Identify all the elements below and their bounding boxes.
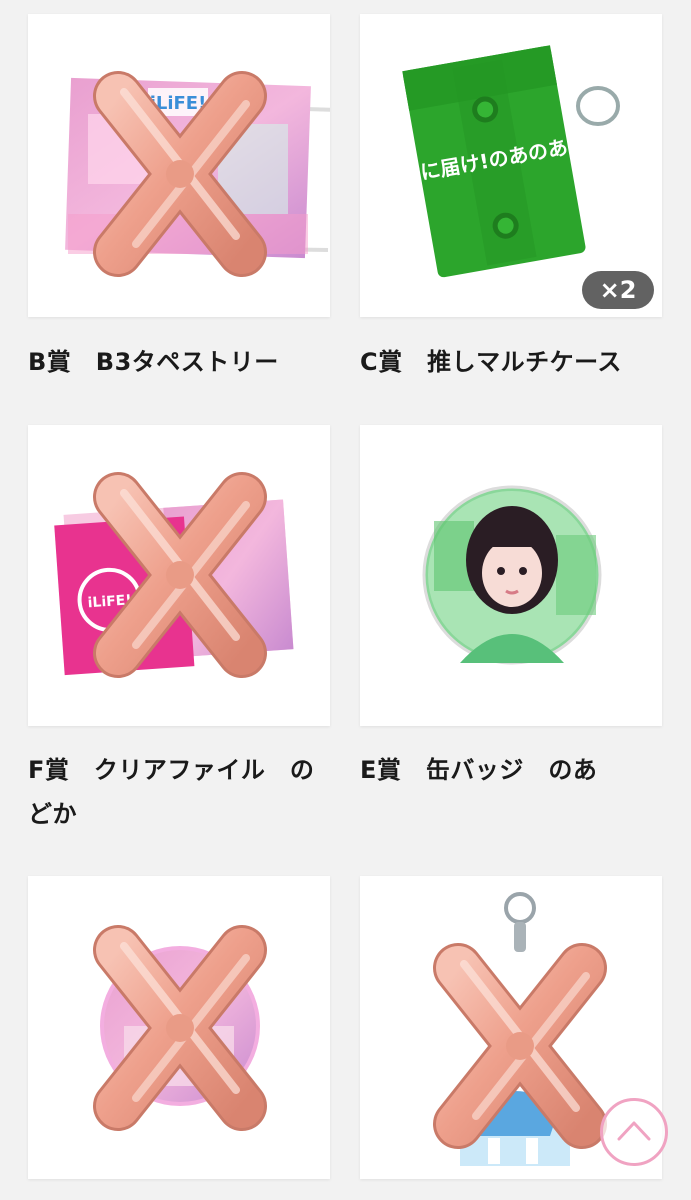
product-card-b[interactable]: iLiFE! [28, 14, 330, 317]
product-card-c[interactable]: 君に届け!のあのあい ×2 [360, 14, 662, 317]
item-label-e: E賞 缶バッジ のあ [360, 756, 598, 784]
product-card-e[interactable] [360, 425, 662, 726]
product-card-f[interactable]: iLiFE! [28, 425, 330, 726]
scroll-to-top-button[interactable] [600, 1098, 668, 1166]
item-label-f: F賞 クリアファイル のどか [28, 756, 315, 828]
can-badge-photo [422, 485, 602, 665]
quantity-badge: ×2 [582, 271, 654, 309]
item-label-b: B賞 B3タペストリー [28, 348, 279, 376]
product-card-5[interactable] [28, 876, 330, 1179]
round-item-photo [28, 876, 330, 1179]
item-label-c: C賞 推しマルチケース [360, 348, 622, 376]
clear-file-photo: iLiFE! [54, 425, 294, 726]
b3-tapestry-photo: iLiFE! [65, 14, 330, 317]
chevron-up-icon [617, 1121, 651, 1141]
